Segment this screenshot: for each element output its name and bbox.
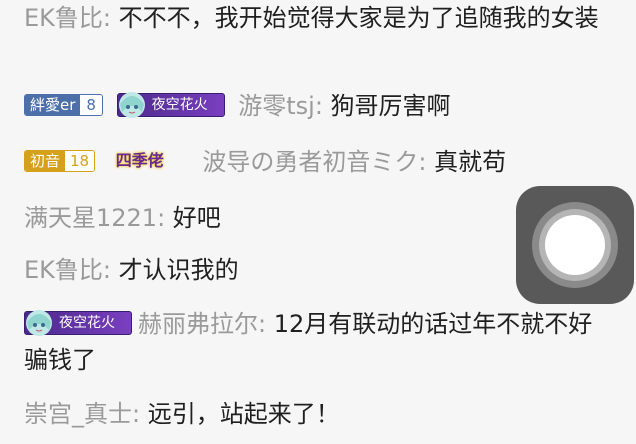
title-badge[interactable]: 夜空花火 xyxy=(116,92,225,118)
chat-text: 真就苟 xyxy=(426,148,507,176)
chat-text: 才认识我的 xyxy=(111,256,239,284)
chat-colon: : xyxy=(132,400,141,428)
assistive-touch-button[interactable] xyxy=(516,186,634,304)
fan-medal-name: 初音 xyxy=(25,151,66,171)
chat-message: 初音 18 四季佬 波导の勇者初音ミク: 真就苟 xyxy=(24,144,626,180)
fan-medal-badge[interactable]: 絆愛er 8 xyxy=(24,94,103,116)
assistive-touch-core xyxy=(545,215,605,275)
chat-message: 崇宫_真士: 远引，站起来了！ xyxy=(24,396,626,432)
fan-medal-name: 絆愛er xyxy=(25,95,81,115)
title-badge[interactable]: 夜空花火 xyxy=(24,310,132,336)
chat-text: 狗哥厉害啊 xyxy=(322,92,451,120)
fan-medal-level: 8 xyxy=(80,95,102,115)
title-badge[interactable]: 四季佬 xyxy=(109,148,171,174)
chat-username[interactable]: 满天星1221 xyxy=(24,204,157,232)
chat-text: 好吧 xyxy=(165,204,221,232)
anime-avatar-icon xyxy=(26,310,52,336)
chat-text: 不不不，我开始觉得大家是为了追随我的女装 xyxy=(111,4,599,32)
fan-medal-badge[interactable]: 初音 18 xyxy=(24,150,96,172)
fan-medal-level: 18 xyxy=(65,151,95,171)
chat-username[interactable]: EK鲁比 xyxy=(24,256,103,284)
chat-username[interactable]: 赫丽弗拉尔 xyxy=(138,310,258,338)
title-badge-label: 夜空花火 xyxy=(59,315,115,331)
chat-colon: : xyxy=(102,256,111,284)
chat-text: 远引，站起来了！ xyxy=(140,400,340,428)
chat-colon: : xyxy=(258,310,267,338)
chat-colon: : xyxy=(314,92,323,120)
anime-avatar-icon xyxy=(118,92,145,118)
chat-colon: : xyxy=(157,204,166,232)
chat-message: 夜空花火 赫丽弗拉尔: 12月有联动的话过年不就不好骗钱了 xyxy=(24,306,614,378)
chat-message: 絆愛er 8 夜空花火 游零tsj: 狗哥厉害啊 xyxy=(24,88,626,124)
chat-username[interactable]: 波导の勇者初音ミク xyxy=(202,148,418,176)
chat-username[interactable]: 游零tsj xyxy=(238,92,315,120)
chat-username[interactable]: EK鲁比 xyxy=(24,4,103,32)
chat-username[interactable]: 崇宫_真士 xyxy=(24,400,132,428)
chat-message: EK鲁比: 不不不，我开始觉得大家是为了追随我的女装 xyxy=(24,0,614,36)
title-badge-label: 夜空花火 xyxy=(151,97,208,113)
chat-colon: : xyxy=(102,4,111,32)
